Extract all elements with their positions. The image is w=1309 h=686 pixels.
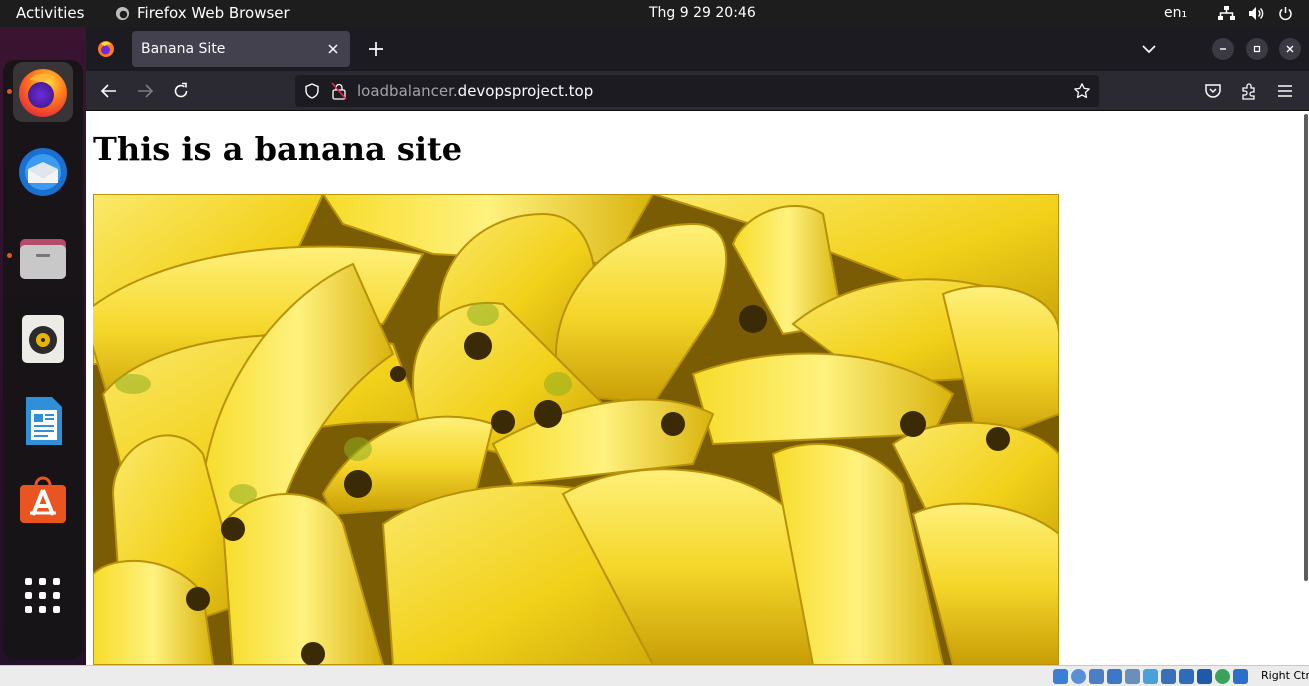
- page-viewport[interactable]: This is a banana site: [86, 112, 1309, 665]
- audio-icon[interactable]: [1089, 669, 1104, 684]
- volume-icon: [1249, 7, 1264, 20]
- optical-drive-icon[interactable]: [1071, 669, 1086, 684]
- lock-warning-icon[interactable]: [331, 82, 347, 100]
- app-grid-icon: [25, 578, 60, 613]
- host-key-label[interactable]: Right Ctrl: [1261, 666, 1309, 686]
- reload-icon[interactable]: [171, 81, 191, 101]
- network-icon: [1218, 6, 1235, 20]
- hamburger-menu-icon[interactable]: [1275, 81, 1295, 101]
- vt-x-icon[interactable]: [1215, 669, 1230, 684]
- new-tab-icon[interactable]: [366, 39, 386, 59]
- display-icon[interactable]: [1161, 669, 1176, 684]
- app-menu-label: Firefox Web Browser: [137, 4, 290, 22]
- restore-icon: [1253, 45, 1261, 53]
- system-tray[interactable]: [1218, 0, 1293, 27]
- cpu-icon[interactable]: [1197, 669, 1212, 684]
- thunderbird-icon: [19, 148, 67, 196]
- firefox-icon: [19, 69, 67, 117]
- bookmark-star-icon[interactable]: [1073, 82, 1091, 100]
- minimize-icon: [1220, 48, 1226, 50]
- extensions-icon[interactable]: [1239, 81, 1259, 101]
- address-bar[interactable]: loadbalancer.devopsproject.top: [295, 75, 1099, 107]
- files-icon: [20, 239, 66, 279]
- page-heading: This is a banana site: [93, 130, 463, 168]
- pocket-icon[interactable]: [1203, 81, 1223, 101]
- dock-files[interactable]: [7, 226, 73, 286]
- virtualbox-status-bar: Right Ctrl: [0, 665, 1309, 686]
- ubuntu-dock: [0, 27, 86, 665]
- dock-writer[interactable]: [13, 390, 73, 450]
- vertical-scrollbar[interactable]: [1304, 114, 1308, 581]
- mouse-integration-icon[interactable]: [1233, 669, 1248, 684]
- tab-title: Banana Site: [141, 41, 226, 57]
- close-icon: [1286, 45, 1294, 53]
- rhythmbox-icon: [22, 315, 64, 363]
- close-window-button[interactable]: [1279, 38, 1301, 60]
- dock-firefox[interactable]: [7, 62, 73, 122]
- dock-panel: [3, 60, 83, 660]
- vbox-device-icons: [1053, 669, 1248, 684]
- running-indicator: [7, 253, 12, 258]
- running-indicator: [7, 89, 12, 94]
- firefox-small-icon: [115, 6, 130, 21]
- recording-icon[interactable]: [1179, 669, 1194, 684]
- firefox-window: Banana Site loadbalancer.devopsproject.t…: [86, 27, 1309, 665]
- power-icon: [1279, 7, 1292, 21]
- writer-icon: [26, 397, 62, 445]
- activities-button[interactable]: Activities: [16, 0, 84, 27]
- usb-icon[interactable]: [1125, 669, 1140, 684]
- gnome-top-bar: Activities Firefox Web Browser Thg 9 29 …: [0, 0, 1309, 27]
- back-arrow-icon[interactable]: [99, 81, 119, 101]
- url-subdomain: loadbalancer.: [357, 82, 458, 100]
- dock-rhythmbox[interactable]: [13, 308, 73, 368]
- software-icon: [20, 476, 66, 523]
- hard-disk-icon[interactable]: [1053, 669, 1068, 684]
- shared-folders-icon[interactable]: [1143, 669, 1158, 684]
- tracking-protection-shield-icon[interactable]: [303, 82, 321, 100]
- keyboard-layout-indicator[interactable]: en₁: [1164, 0, 1187, 27]
- tab-banana-site[interactable]: Banana Site: [132, 31, 350, 67]
- chevron-down-icon[interactable]: [1140, 40, 1158, 58]
- network-adapter-icon[interactable]: [1107, 669, 1122, 684]
- navigation-toolbar: loadbalancer.devopsproject.top: [86, 71, 1309, 111]
- close-icon[interactable]: [326, 42, 340, 56]
- url-domain: devopsproject.top: [457, 82, 594, 100]
- dock-thunderbird[interactable]: [13, 142, 73, 202]
- dock-software[interactable]: [13, 470, 73, 530]
- forward-arrow-icon[interactable]: [135, 81, 155, 101]
- maximize-button[interactable]: [1246, 38, 1268, 60]
- minimize-button[interactable]: [1212, 38, 1234, 60]
- dock-show-applications[interactable]: [13, 566, 73, 626]
- firefox-view-icon[interactable]: [96, 39, 116, 59]
- url-text[interactable]: loadbalancer.devopsproject.top: [357, 75, 593, 107]
- tab-strip: Banana Site: [86, 27, 1309, 71]
- clock[interactable]: Thg 9 29 20:46: [649, 0, 756, 27]
- app-menu[interactable]: Firefox Web Browser: [115, 0, 290, 27]
- bananas-photo: [93, 194, 1059, 665]
